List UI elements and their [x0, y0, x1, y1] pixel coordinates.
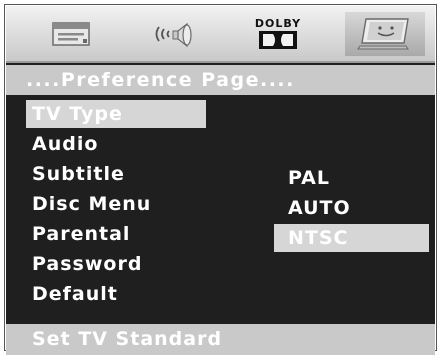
option-auto[interactable]: AUTO — [274, 194, 351, 222]
menu-item-audio[interactable]: Audio — [26, 130, 98, 158]
dolby-digital-icon: DOLBY — [255, 18, 301, 50]
preference-tv-icon — [357, 18, 409, 50]
menu-item-subtitle[interactable]: Subtitle — [26, 160, 125, 188]
menu-item-disc-menu[interactable]: Disc Menu — [26, 190, 151, 218]
dolby-label: DOLBY — [254, 17, 302, 30]
preference-page-osd: DOLBY ....Preference Page.... TV Type Au… — [6, 6, 435, 355]
menu-item-default[interactable]: Default — [26, 280, 118, 308]
tab-dolby-setup[interactable]: DOLBY — [238, 12, 318, 56]
tab-general-setup[interactable] — [31, 12, 111, 56]
audio-speaker-icon — [155, 22, 192, 48]
option-ntsc[interactable]: NTSC — [274, 224, 429, 252]
page-title: ....Preference Page.... — [6, 65, 435, 95]
preference-menu: TV Type Audio Subtitle Disc Menu Parenta… — [6, 98, 435, 328]
menu-item-parental[interactable]: Parental — [26, 220, 130, 248]
tab-preference[interactable] — [345, 12, 425, 56]
status-bar: Set TV Standard — [6, 324, 435, 355]
option-pal[interactable]: PAL — [274, 164, 330, 192]
double-d-icon — [259, 31, 297, 49]
menu-item-tv-type[interactable]: TV Type — [26, 100, 206, 128]
general-setup-icon — [52, 22, 90, 46]
setup-tab-bar: DOLBY — [6, 6, 435, 63]
tab-audio-setup[interactable] — [133, 12, 213, 56]
menu-item-password[interactable]: Password — [26, 250, 142, 278]
